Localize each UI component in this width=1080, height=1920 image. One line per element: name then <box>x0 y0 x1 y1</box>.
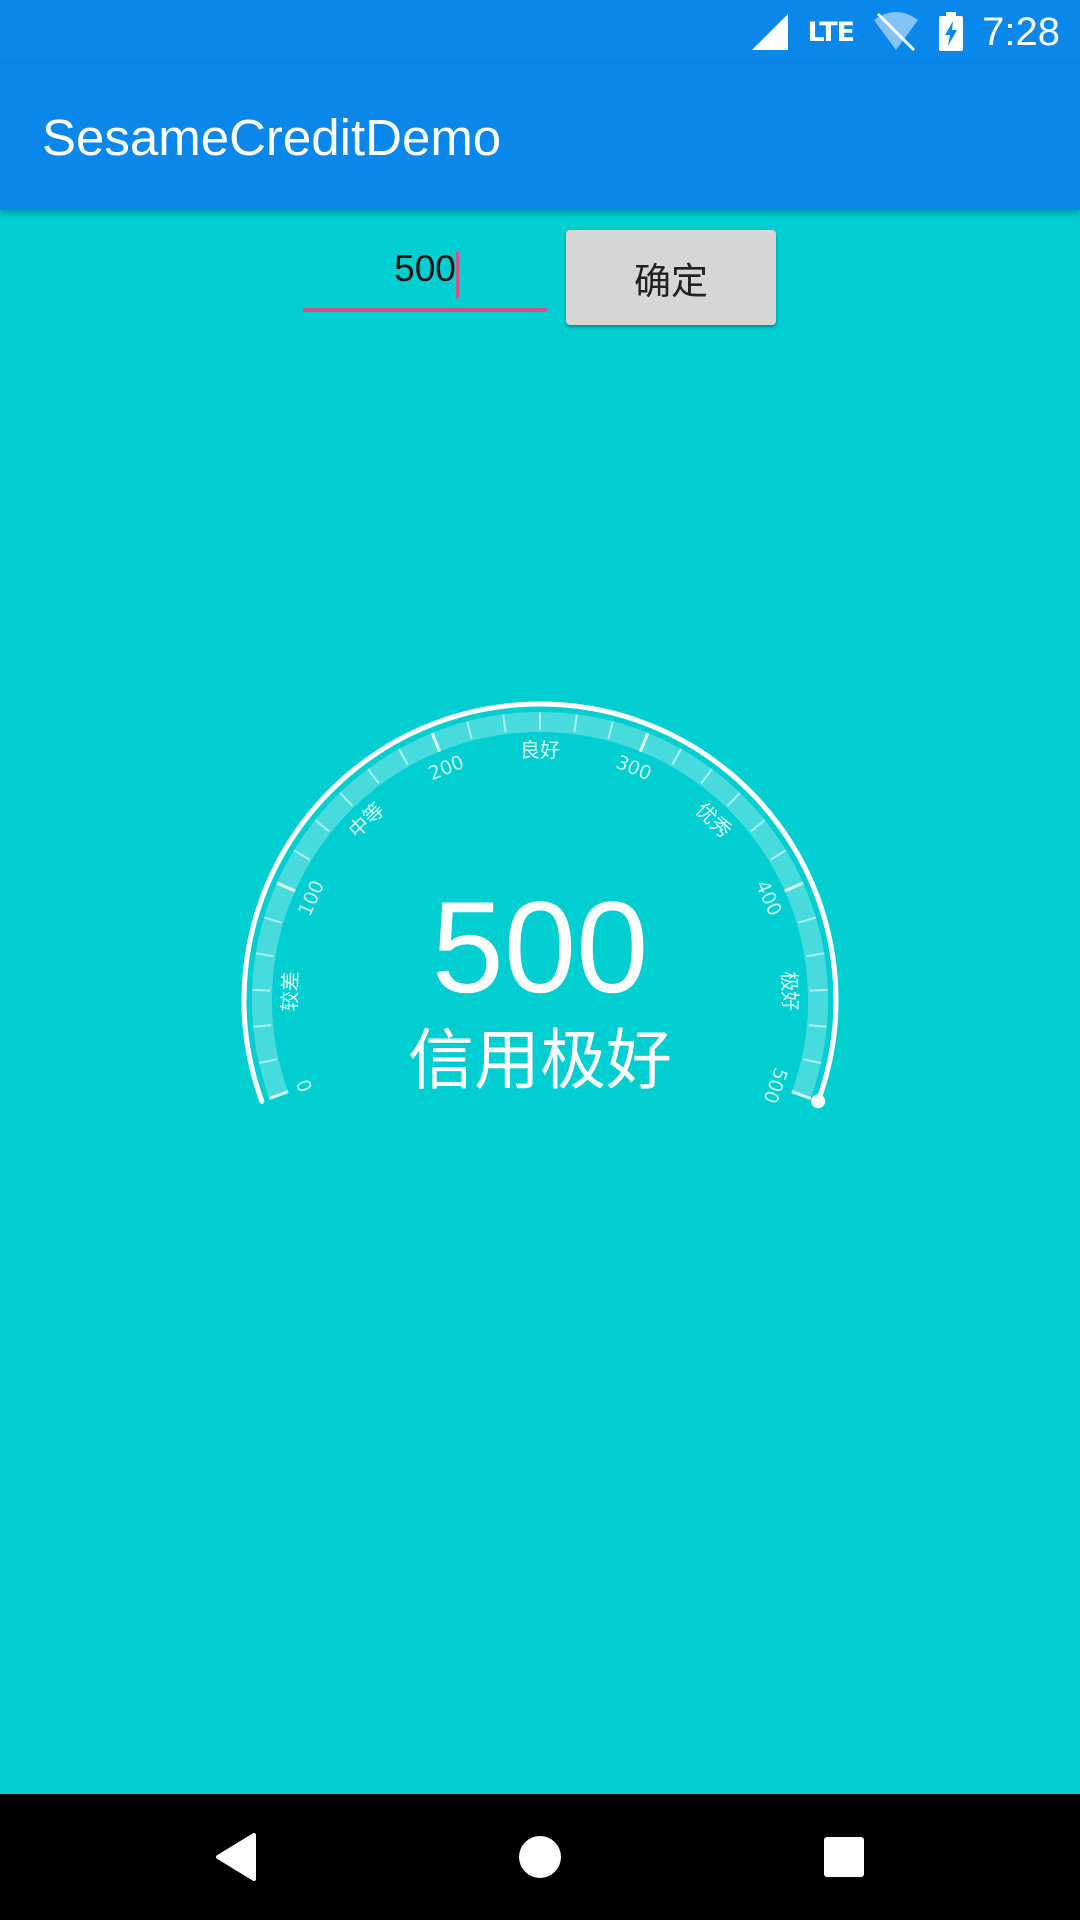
status-bar: × LTE 7:28 <box>0 0 1080 64</box>
recents-icon <box>824 1837 864 1877</box>
app-title: SesameCreditDemo <box>42 109 502 166</box>
wifi-off-icon <box>874 12 919 52</box>
svg-text:×: × <box>775 34 788 52</box>
recents-button[interactable] <box>784 1794 904 1920</box>
network-type-label: LTE <box>807 16 856 48</box>
status-icons: × LTE 7:28 <box>750 6 1060 58</box>
home-icon <box>519 1836 561 1878</box>
back-button[interactable] <box>176 1794 296 1920</box>
gauge-progress-indicator <box>811 1094 826 1109</box>
app-bar: SesameCreditDemo <box>0 64 1080 210</box>
gauge-category-label: 良好 <box>520 738 560 762</box>
home-button[interactable] <box>480 1794 600 1920</box>
gauge-score-value: 500 <box>431 874 649 1020</box>
score-input-wrap <box>303 240 547 312</box>
score-input[interactable] <box>303 240 547 312</box>
battery-charging-icon <box>939 12 964 51</box>
confirm-button[interactable]: 确定 <box>566 230 776 325</box>
gauge-number-label: 200 <box>425 751 467 785</box>
navigation-bar <box>0 1794 1080 1920</box>
text-caret <box>456 252 459 298</box>
gauge-credit-status: 信用极好 <box>408 1022 672 1099</box>
clock: 7:28 <box>982 9 1060 54</box>
credit-gauge: 0 100 200 300 400 500 较差 中等 良好 优秀 极好 500 信用极好 <box>200 660 880 1140</box>
signal-icon: × <box>751 14 788 52</box>
back-icon <box>216 1833 256 1881</box>
gauge-number-label: 300 <box>613 751 655 785</box>
